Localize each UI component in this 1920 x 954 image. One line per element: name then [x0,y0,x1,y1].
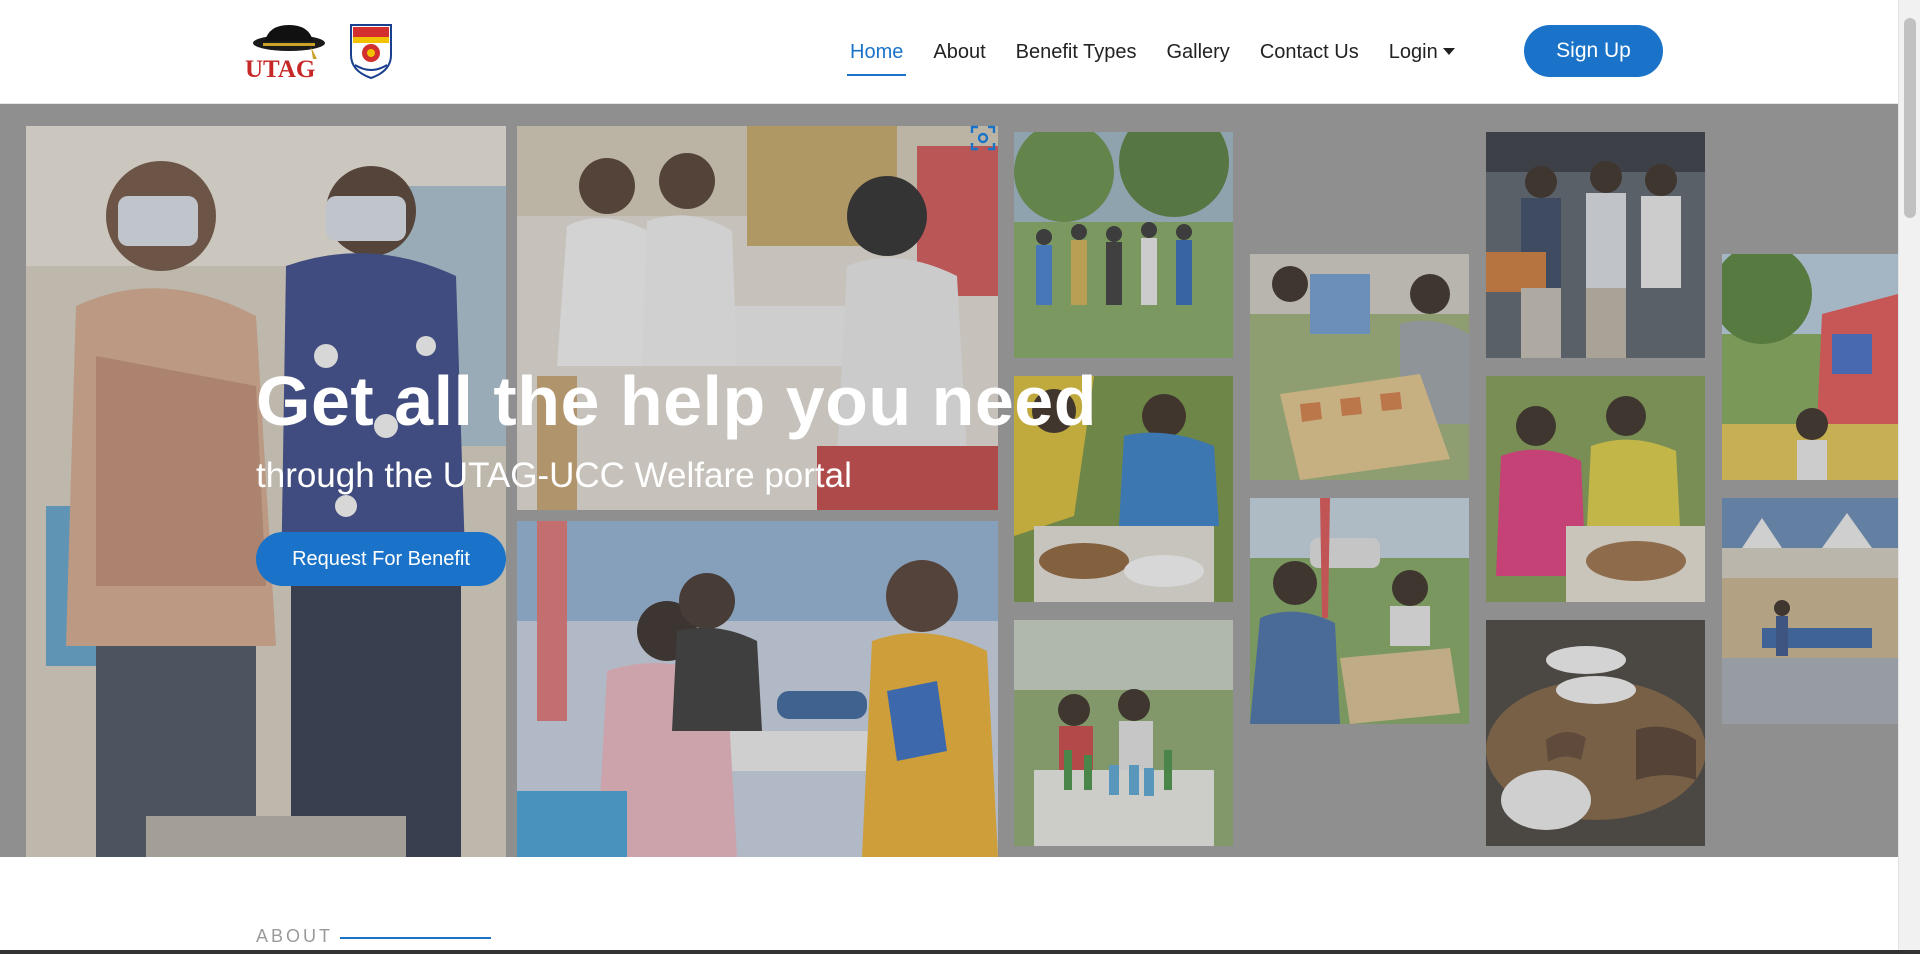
bouncy-castle-photo [1722,254,1898,480]
about-divider [340,937,491,939]
sign-up-button[interactable]: Sign Up [1524,25,1663,77]
hero-text: Get all the help you need through the UT… [256,366,1097,496]
nav-contact-us-label: Contact Us [1259,40,1359,63]
buffet-photo [1486,132,1705,358]
nav-login-label: Login [1388,40,1438,63]
scrollbar-thumb[interactable] [1904,18,1916,218]
nav-about-label: About [933,40,986,63]
about-section-label: ABOUT [256,926,334,946]
page-scrollbar[interactable] [1898,0,1920,954]
nav-gallery-label: Gallery [1166,40,1230,63]
svg-text:UTAG: UTAG [245,56,315,80]
queue-photo [1014,132,1233,358]
checkers-game-photo [1250,254,1469,480]
utag-logo[interactable]: UTAG [243,21,398,80]
nav-login-dropdown[interactable]: Login [1389,0,1455,104]
nav-benefit-types-label: Benefit Types [1015,40,1137,63]
request-benefit-button[interactable]: Request For Benefit [256,532,506,586]
blood-pressure-photo [517,521,998,857]
outdoor-drinks-photo [1014,620,1233,846]
hero-section: Get all the help you need through the UT… [0,104,1898,857]
window-bottom-edge [0,950,1920,954]
navbar: UTAG Home About Benefit Types Gallery Co… [0,0,1898,104]
nav-home-label: Home [850,40,904,63]
nav-gallery[interactable]: Gallery [1166,0,1229,104]
nav-benefit-types[interactable]: Benefit Types [1016,0,1137,104]
caret-down-icon [1442,47,1455,55]
picnic-games-photo [1250,498,1469,724]
page: UTAG Home About Benefit Types Gallery Co… [0,0,1920,954]
nav-contact-us[interactable]: Contact Us [1260,0,1359,104]
table-tennis-photo [1722,498,1898,724]
screenshot-capture-icon[interactable] [970,125,996,151]
nav-about[interactable]: About [933,0,985,104]
food-queue-photo [1486,376,1705,602]
plates-photo [1486,620,1705,846]
hero-title: Get all the help you need [256,362,1097,440]
nav-home[interactable]: Home [846,0,907,104]
main-nav: Home About Benefit Types Gallery Contact… [846,0,1485,104]
hero-subtitle: through the UTAG-UCC Welfare portal [256,456,852,495]
